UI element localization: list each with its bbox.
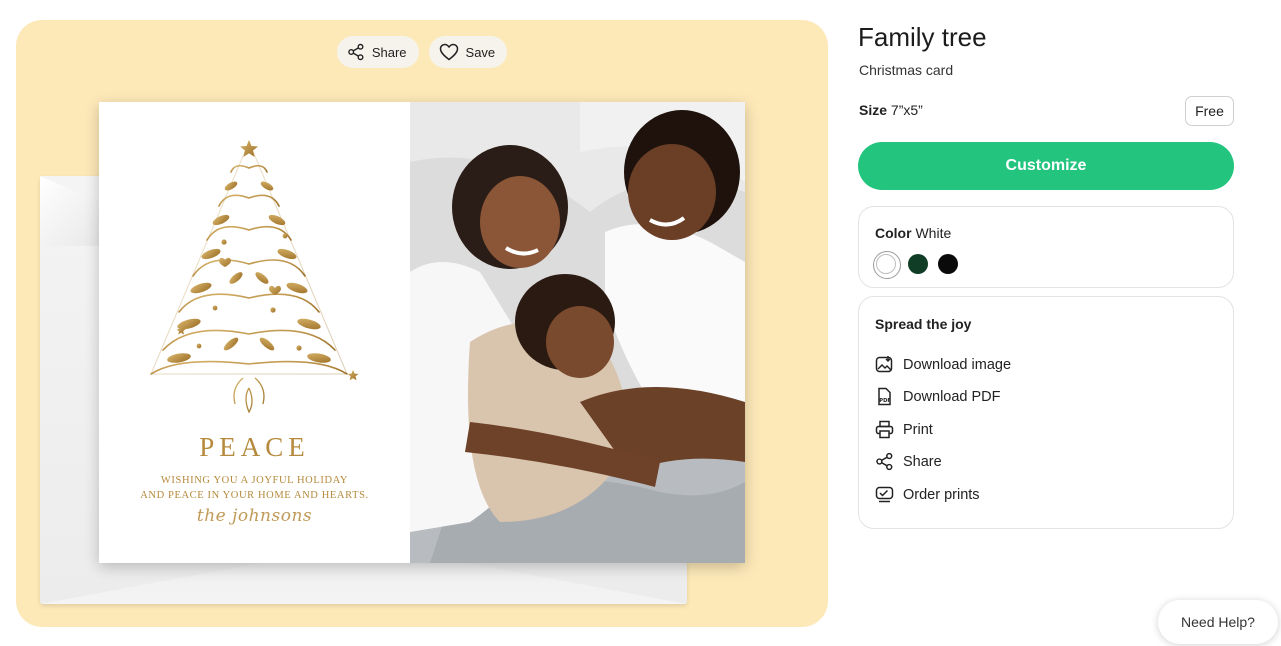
share-item-label: Order prints	[903, 486, 980, 503]
size-info: Size 7”x5”	[859, 102, 923, 118]
share-link-button[interactable]: Share	[875, 452, 942, 471]
christmas-card: PEACE WISHING YOU A JOYFUL HOLIDAY AND P…	[99, 102, 745, 563]
share-icon	[876, 452, 893, 471]
color-selector: Color White	[858, 206, 1234, 288]
download-image-button[interactable]: Download image	[875, 355, 1011, 374]
share-item-label: Print	[903, 421, 933, 438]
spread-the-joy-panel: Spread the joy Download image PDF Downlo…	[858, 296, 1234, 529]
card-message-line: WISHING YOU A JOYFUL HOLIDAY	[160, 475, 349, 486]
heart-icon	[439, 43, 458, 61]
price-badge: Free	[1185, 96, 1234, 126]
card-signature: the johnsons	[196, 506, 313, 526]
product-subtitle: Christmas card	[859, 62, 954, 78]
share-panel-title: Spread the joy	[875, 316, 972, 332]
save-button-label: Save	[465, 44, 496, 60]
download-pdf-button[interactable]: PDF Download PDF	[875, 387, 1001, 406]
christmas-tree-illustration	[150, 140, 359, 419]
share-item-label: Share	[903, 453, 942, 470]
svg-text:PDF: PDF	[879, 398, 891, 404]
color-swatch-black[interactable]	[938, 254, 958, 274]
color-swatch-white[interactable]	[873, 251, 901, 279]
preview-actions: Share Save	[16, 36, 828, 68]
download-image-icon	[875, 356, 893, 373]
card-message-line: AND PEACE IN YOUR HOME AND HEARTS.	[140, 490, 369, 501]
share-item-label: Download image	[903, 356, 1012, 373]
family-photo	[410, 102, 745, 563]
color-label-title: Color	[875, 225, 912, 241]
share-icon	[348, 43, 364, 61]
color-label: Color White	[875, 225, 951, 241]
card-front-panel: PEACE WISHING YOU A JOYFUL HOLIDAY AND P…	[99, 102, 410, 563]
product-title: Family tree	[858, 22, 987, 52]
save-button[interactable]: Save	[428, 36, 508, 68]
size-value: 7”x5”	[890, 102, 923, 118]
need-help-button[interactable]: Need Help?	[1158, 600, 1278, 644]
card-message: WISHING YOU A JOYFUL HOLIDAY AND PEACE I…	[99, 473, 410, 503]
card-headline: PEACE	[199, 432, 310, 462]
share-item-label: Download PDF	[903, 388, 1001, 405]
share-button[interactable]: Share	[336, 36, 419, 68]
color-swatch-green[interactable]	[908, 254, 928, 274]
share-button-label: Share	[371, 44, 407, 60]
color-selected-value: White	[915, 225, 952, 241]
print-button[interactable]: Print	[875, 420, 933, 439]
order-prints-button[interactable]: Order prints	[875, 485, 980, 504]
order-prints-icon	[875, 486, 894, 503]
size-label: Size	[859, 102, 888, 118]
pdf-icon: PDF	[878, 387, 891, 406]
customize-button[interactable]: Customize	[858, 142, 1234, 190]
card-preview-panel: Share Save PEACE WISHING YOU A JOYFUL HO…	[16, 20, 828, 627]
printer-icon	[875, 420, 894, 439]
